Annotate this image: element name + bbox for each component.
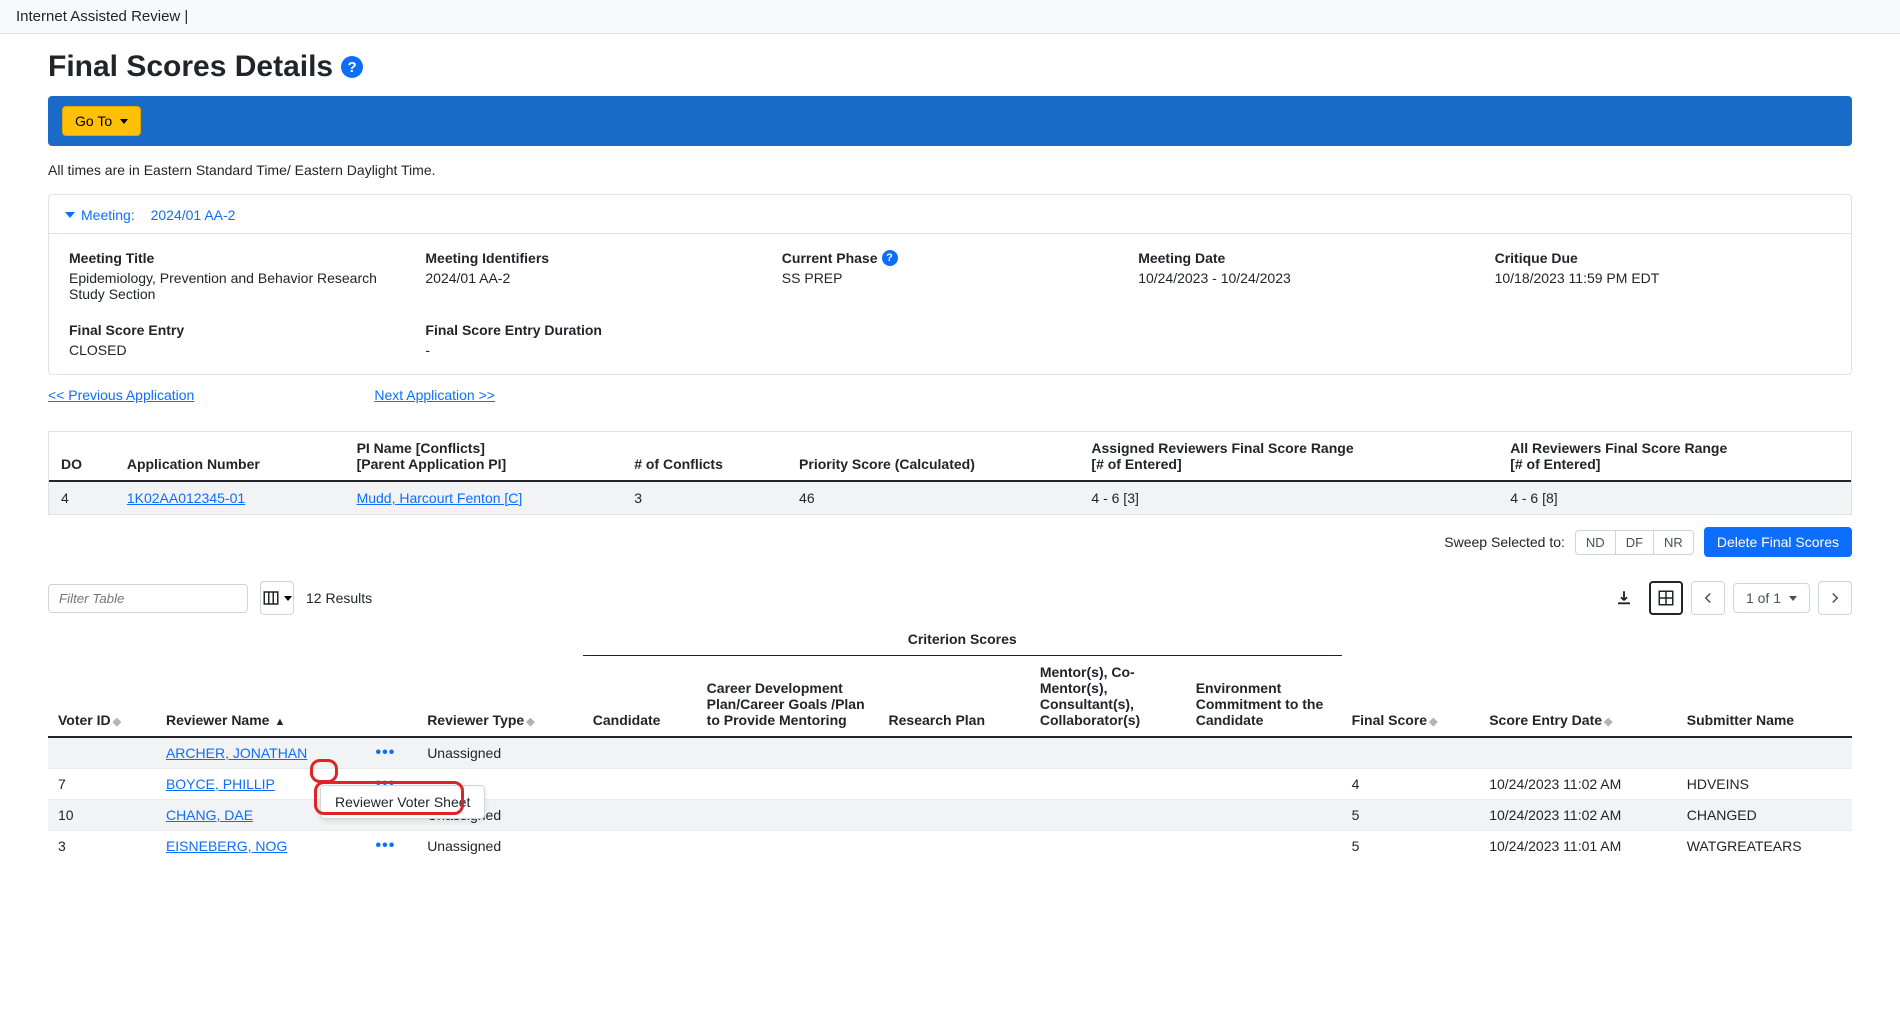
table-row: 10 CHANG, DAE ••• Unassigned 5 10/24/202… xyxy=(48,800,1852,831)
col-reviewer-type[interactable]: Reviewer Type◆ xyxy=(417,656,583,738)
phase-help-icon[interactable]: ? xyxy=(882,250,898,266)
col-environment: Environment Commitment to the Candidate xyxy=(1186,656,1342,738)
col-submitter: Submitter Name xyxy=(1677,656,1852,738)
col-final-score[interactable]: Final Score◆ xyxy=(1342,656,1480,738)
table-row: 3 EISNEBERG, NOG ••• Unassigned 5 10/24/… xyxy=(48,831,1852,862)
table-row: ARCHER, JONATHAN ••• Unassigned xyxy=(48,737,1852,769)
prev-page-button[interactable] xyxy=(1691,581,1725,615)
duration-value: - xyxy=(425,342,761,358)
criterion-scores-group: Criterion Scores xyxy=(583,623,1342,656)
download-icon xyxy=(1615,589,1633,607)
final-score-entry-label: Final Score Entry xyxy=(69,322,405,338)
table-row: 7 BOYCE, PHILLIP ••• 4 10/24/2023 11:02 … xyxy=(48,769,1852,800)
reviewer-name-link[interactable]: EISNEBERG, NOG xyxy=(166,838,287,854)
col-career: Career Development Plan/Career Goals /Pl… xyxy=(697,656,879,738)
duration-label: Final Score Entry Duration xyxy=(425,322,761,338)
goto-dropdown[interactable]: Go To xyxy=(62,106,141,136)
meeting-title-label: Meeting Title xyxy=(69,250,405,266)
col-priority: Priority Score (Calculated) xyxy=(787,432,1079,481)
score-table: Criterion Scores Voter ID◆ Reviewer Name… xyxy=(48,623,1852,861)
action-bar: Go To xyxy=(48,96,1852,146)
results-count: 12 Results xyxy=(306,590,372,606)
meeting-date-value: 10/24/2023 - 10/24/2023 xyxy=(1138,270,1474,286)
sweep-nr-button[interactable]: NR xyxy=(1653,530,1694,555)
row-actions-popup[interactable]: Reviewer Voter Sheet xyxy=(320,785,485,819)
app-name: Internet Assisted Review xyxy=(16,8,180,25)
col-conflicts: # of Conflicts xyxy=(622,432,787,481)
col-reviewer-name[interactable]: Reviewer Name ▲ xyxy=(156,656,366,738)
col-assigned-range: Assigned Reviewers Final Score Range [# … xyxy=(1079,432,1498,481)
current-phase-label: Current Phase ? xyxy=(782,250,1118,266)
sweep-label: Sweep Selected to: xyxy=(1444,534,1565,550)
chevron-down-icon xyxy=(65,212,75,218)
application-table: DO Application Number PI Name [Conflicts… xyxy=(49,432,1851,514)
application-row: 4 1K02AA012345-01 Mudd, Harcourt Fenton … xyxy=(49,481,1851,514)
reviewer-name-link[interactable]: CHANG, DAE xyxy=(166,807,253,823)
pi-name-link[interactable]: Mudd, Harcourt Fenton [C] xyxy=(357,490,523,506)
col-app-number: Application Number xyxy=(115,432,345,481)
prev-application-link[interactable]: << Previous Application xyxy=(48,387,194,403)
critique-due-value: 10/18/2023 11:59 PM EDT xyxy=(1495,270,1831,286)
col-voter-id[interactable]: Voter ID◆ xyxy=(48,656,156,738)
col-do: DO xyxy=(49,432,115,481)
row-actions-menu[interactable]: ••• xyxy=(375,744,395,761)
meeting-identifiers-label: Meeting Identifiers xyxy=(425,250,761,266)
chevron-left-icon xyxy=(1699,589,1717,607)
meeting-title-value: Epidemiology, Prevention and Behavior Re… xyxy=(69,270,405,302)
meeting-date-label: Meeting Date xyxy=(1138,250,1474,266)
sweep-df-button[interactable]: DF xyxy=(1615,530,1654,555)
column-settings-button[interactable] xyxy=(260,581,294,615)
col-entry-date[interactable]: Score Entry Date◆ xyxy=(1479,656,1677,738)
col-all-range: All Reviewers Final Score Range [# of En… xyxy=(1498,432,1851,481)
grid-view-button[interactable] xyxy=(1649,581,1683,615)
timezone-note: All times are in Eastern Standard Time/ … xyxy=(48,162,1852,178)
meeting-collapse-toggle[interactable]: Meeting: 2024/01 AA-2 xyxy=(65,207,235,223)
current-phase-value: SS PREP xyxy=(782,270,1118,286)
divider: | xyxy=(184,8,188,25)
reviewer-name-link[interactable]: BOYCE, PHILLIP xyxy=(166,776,275,792)
delete-final-scores-button[interactable]: Delete Final Scores xyxy=(1704,527,1852,557)
next-application-link[interactable]: Next Application >> xyxy=(374,387,495,403)
sweep-nd-button[interactable]: ND xyxy=(1575,530,1616,555)
critique-due-label: Critique Due xyxy=(1495,250,1831,266)
final-score-entry-value: CLOSED xyxy=(69,342,405,358)
col-candidate: Candidate xyxy=(583,656,697,738)
download-button[interactable] xyxy=(1607,581,1641,615)
col-pi-name: PI Name [Conflicts] [Parent Application … xyxy=(345,432,623,481)
page-title: Final Scores Details xyxy=(48,50,333,84)
help-icon[interactable]: ? xyxy=(341,56,363,78)
filter-table-input[interactable] xyxy=(48,584,248,613)
top-bar: Internet Assisted Review | xyxy=(0,0,1900,34)
page-info-dropdown[interactable]: 1 of 1 xyxy=(1733,583,1810,613)
reviewer-name-link[interactable]: ARCHER, JONATHAN xyxy=(166,745,307,761)
reviewer-voter-sheet-item[interactable]: Reviewer Voter Sheet xyxy=(335,794,470,810)
col-mentors: Mentor(s), Co-Mentor(s), Consultant(s), … xyxy=(1030,656,1186,738)
row-actions-menu[interactable]: ••• xyxy=(375,837,395,854)
col-research: Research Plan xyxy=(879,656,1030,738)
next-page-button[interactable] xyxy=(1818,581,1852,615)
meeting-panel: Meeting: 2024/01 AA-2 Meeting Title Epid… xyxy=(48,194,1852,375)
meeting-identifiers-value: 2024/01 AA-2 xyxy=(425,270,761,286)
app-number-link[interactable]: 1K02AA012345-01 xyxy=(127,490,245,506)
chevron-right-icon xyxy=(1826,589,1844,607)
columns-icon xyxy=(262,589,280,607)
grid-icon xyxy=(1657,589,1675,607)
